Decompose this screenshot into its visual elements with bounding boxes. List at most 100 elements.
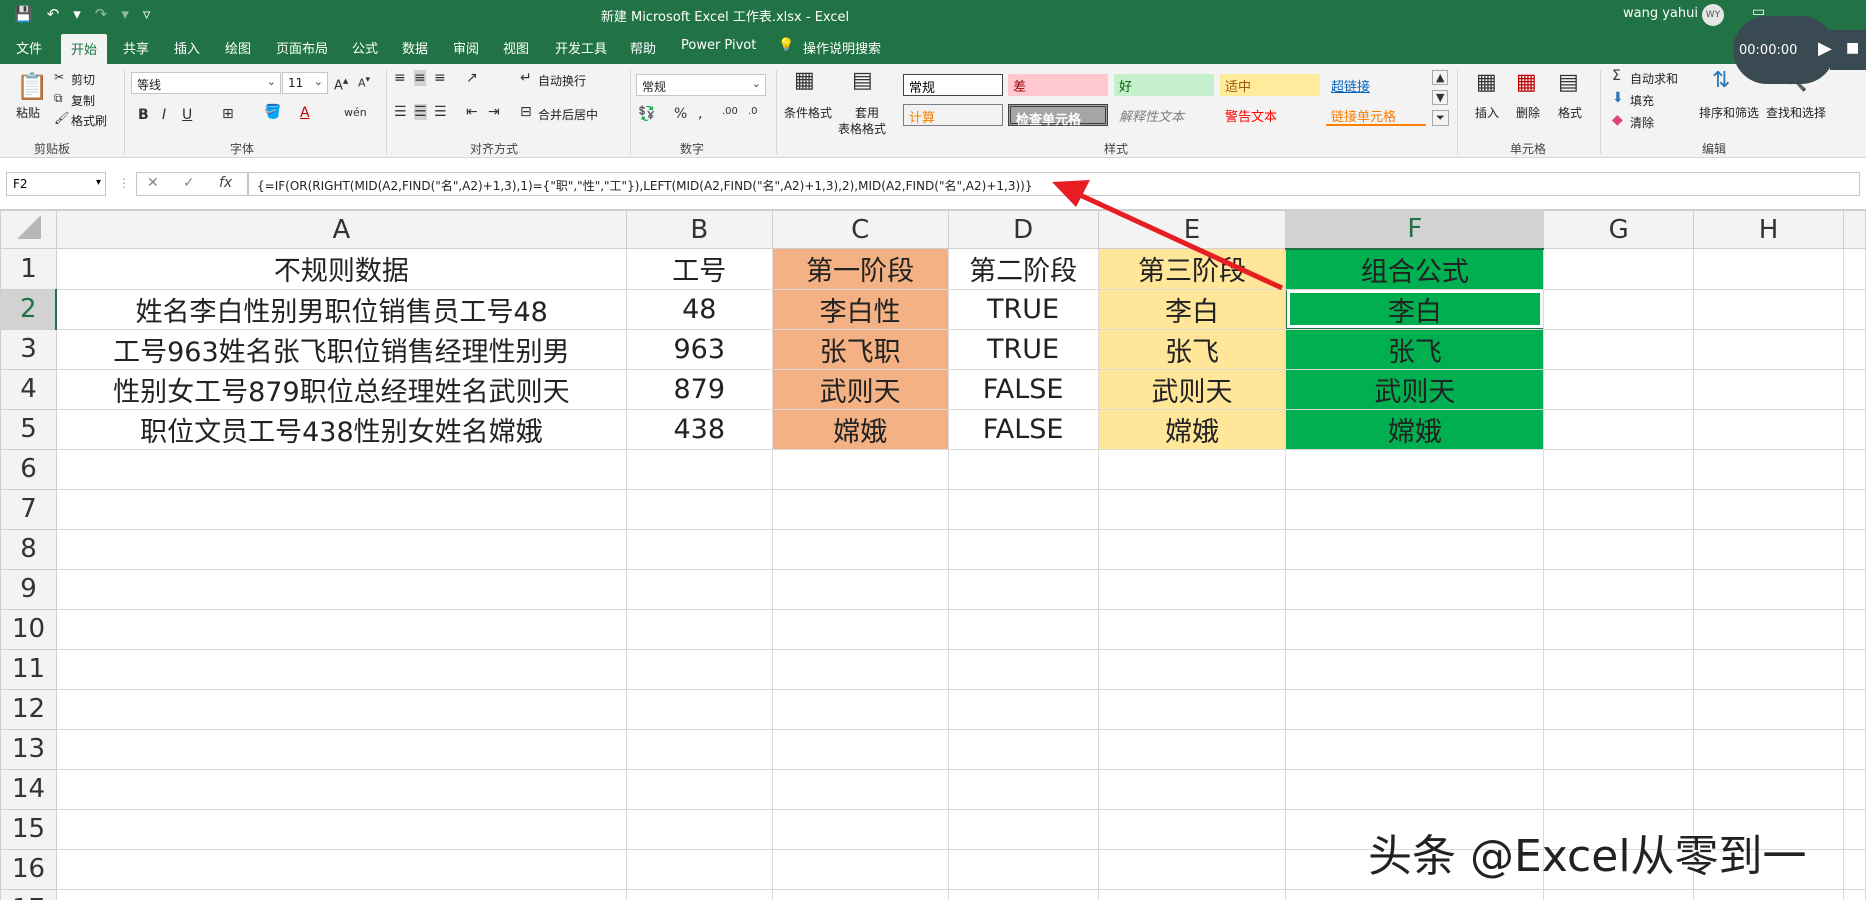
- row-header[interactable]: 16: [0, 848, 57, 890]
- tab-home[interactable]: 开始: [61, 34, 108, 64]
- autosum-icon[interactable]: Σ: [1612, 68, 1621, 84]
- row-header[interactable]: 2: [0, 288, 58, 330]
- formula-input[interactable]: {=IF(OR(RIGHT(MID(A2,FIND("名",A2)+1,3),1…: [248, 172, 1860, 196]
- cell-f5[interactable]: 嫦娥: [1285, 408, 1545, 450]
- grid-cell[interactable]: [1285, 608, 1545, 650]
- grid-cell[interactable]: [1543, 768, 1695, 810]
- cell-h2[interactable]: [1693, 288, 1844, 330]
- grid-cell[interactable]: [1543, 528, 1695, 570]
- grid-cell[interactable]: [1693, 728, 1844, 770]
- format-painter-icon[interactable]: 🖌: [54, 111, 69, 125]
- cell-i1[interactable]: [1842, 248, 1866, 290]
- merge-center-icon[interactable]: ⊟: [520, 104, 532, 120]
- grid-cell[interactable]: [1285, 528, 1545, 570]
- styles-scroll-down-icon[interactable]: ▼: [1432, 90, 1449, 105]
- tab-share[interactable]: 共享: [123, 38, 149, 57]
- insert-function-icon[interactable]: fx: [219, 175, 232, 191]
- tab-help[interactable]: 帮助: [630, 38, 656, 57]
- merge-center-button[interactable]: 合并后居中: [538, 106, 598, 123]
- grid-cell[interactable]: [625, 488, 773, 530]
- cell-a3[interactable]: 工号963姓名张飞职位销售经理性别男: [55, 328, 627, 370]
- grid-cell[interactable]: [1693, 768, 1844, 810]
- row-header[interactable]: 3: [0, 328, 57, 370]
- conditional-format-icon[interactable]: ▦: [794, 68, 815, 93]
- delete-cells-button[interactable]: 删除: [1516, 104, 1540, 121]
- cut-icon[interactable]: ✂: [54, 70, 64, 84]
- tab-review[interactable]: 审阅: [453, 38, 479, 57]
- grid-cell[interactable]: [1543, 888, 1695, 900]
- cell-g5[interactable]: [1543, 408, 1695, 450]
- style-check-cell[interactable]: 检查单元格: [1008, 104, 1108, 128]
- column-header-b[interactable]: B: [625, 210, 773, 249]
- grid-cell[interactable]: [1097, 688, 1287, 730]
- grid-cell[interactable]: [1097, 448, 1287, 490]
- grid-cell[interactable]: [55, 728, 627, 770]
- grid-cell[interactable]: [55, 808, 627, 850]
- align-middle-icon[interactable]: ≡: [414, 70, 426, 86]
- grid-cell[interactable]: [771, 888, 949, 900]
- row-header[interactable]: 10: [0, 608, 57, 650]
- grid-cell[interactable]: [771, 608, 949, 650]
- column-header-d[interactable]: D: [947, 210, 1099, 249]
- play-icon[interactable]: ▶: [1818, 38, 1832, 59]
- table-format-label-1[interactable]: 套用: [855, 104, 879, 121]
- delete-cells-icon[interactable]: ▦: [1516, 70, 1537, 95]
- cell-e5[interactable]: 嫦娥: [1097, 408, 1287, 450]
- align-top-icon[interactable]: ≡: [394, 70, 406, 86]
- name-box[interactable]: F2 ▾: [6, 172, 106, 196]
- style-bad[interactable]: 差: [1008, 74, 1108, 96]
- grid-cell[interactable]: [1543, 488, 1695, 530]
- cell-g4[interactable]: [1543, 368, 1695, 410]
- grid-cell[interactable]: [947, 528, 1099, 570]
- cell-b1[interactable]: 工号: [625, 248, 773, 290]
- phonetic-icon[interactable]: wén: [344, 106, 367, 119]
- grid-cell[interactable]: [771, 728, 949, 770]
- increase-font-icon[interactable]: A▴: [334, 74, 348, 93]
- style-warning[interactable]: 警告文本: [1220, 104, 1320, 126]
- decrease-indent-icon[interactable]: ⇤: [466, 104, 478, 120]
- grid-cell[interactable]: [1097, 808, 1287, 850]
- cell-d3[interactable]: TRUE: [947, 328, 1099, 370]
- style-normal[interactable]: 常规: [903, 74, 1003, 96]
- copy-button[interactable]: 复制: [71, 92, 95, 109]
- grid-cell[interactable]: [947, 608, 1099, 650]
- grid-cell[interactable]: [1543, 448, 1695, 490]
- grid-cell[interactable]: [947, 848, 1099, 890]
- tab-page-layout[interactable]: 页面布局: [276, 38, 328, 57]
- grid-cell[interactable]: [771, 448, 949, 490]
- grid-cell[interactable]: [1097, 848, 1287, 890]
- grid-cell[interactable]: [1842, 688, 1866, 730]
- cell-h5[interactable]: [1693, 408, 1844, 450]
- grid-cell[interactable]: [1543, 608, 1695, 650]
- wrap-text-icon[interactable]: ↵: [520, 70, 532, 86]
- grid-cell[interactable]: [771, 568, 949, 610]
- grid-cell[interactable]: [625, 448, 773, 490]
- grid-cell[interactable]: [1097, 568, 1287, 610]
- grid-cell[interactable]: [1285, 768, 1545, 810]
- grid-cell[interactable]: [1842, 848, 1866, 890]
- grid-cell[interactable]: [1842, 888, 1866, 900]
- cell-h4[interactable]: [1693, 368, 1844, 410]
- grid-cell[interactable]: [1097, 888, 1287, 900]
- cell-c1[interactable]: 第一阶段: [771, 248, 949, 290]
- number-format-select[interactable]: 常规 ⌄: [636, 74, 766, 96]
- grid-cell[interactable]: [771, 808, 949, 850]
- grid-cell[interactable]: [625, 848, 773, 890]
- grid-cell[interactable]: [1285, 888, 1545, 900]
- style-good[interactable]: 好: [1114, 74, 1214, 96]
- cell-e1[interactable]: 第三阶段: [1097, 248, 1287, 290]
- row-header[interactable]: 11: [0, 648, 57, 690]
- style-hyperlink[interactable]: 超链接: [1326, 74, 1426, 96]
- table-format-icon[interactable]: ▤: [852, 68, 873, 93]
- decrease-font-icon[interactable]: A▾: [358, 74, 370, 90]
- cell-h1[interactable]: [1693, 248, 1844, 290]
- grid-cell[interactable]: [1842, 568, 1866, 610]
- align-right-icon[interactable]: ☰: [434, 104, 447, 120]
- grid-cell[interactable]: [1842, 488, 1866, 530]
- decrease-decimal-icon[interactable]: .0: [748, 106, 758, 117]
- grid-cell[interactable]: [55, 648, 627, 690]
- grid-cell[interactable]: [1693, 568, 1844, 610]
- grid-cell[interactable]: [55, 688, 627, 730]
- clear-icon[interactable]: ◆: [1612, 112, 1623, 128]
- grid-cell[interactable]: [1543, 688, 1695, 730]
